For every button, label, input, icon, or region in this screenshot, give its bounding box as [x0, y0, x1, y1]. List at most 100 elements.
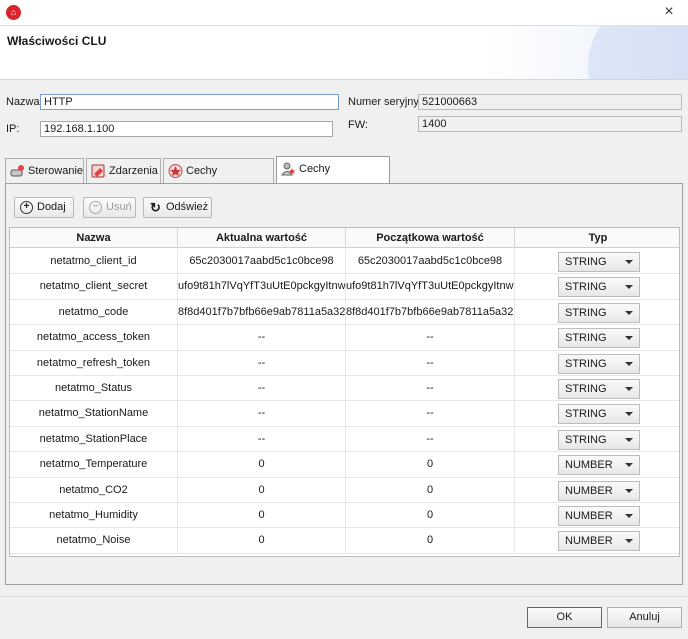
- type-dropdown[interactable]: STRING: [558, 252, 640, 272]
- type-value: NUMBER: [565, 459, 613, 472]
- ip-input[interactable]: 192.168.1.100: [40, 121, 333, 137]
- home-icon: ⌂: [6, 5, 21, 20]
- type-dropdown[interactable]: STRING: [558, 277, 640, 298]
- type-dropdown[interactable]: STRING: [558, 328, 640, 349]
- table-row[interactable]: netatmo_Humidity 0 0 NUMBER: [10, 503, 679, 529]
- type-value: STRING: [565, 408, 607, 421]
- remove-button-label: Usuń: [106, 201, 132, 213]
- tab-panel: + Dodaj − Usuń ↻ Odśwież Nazwa Aktualna …: [5, 183, 683, 585]
- type-dropdown[interactable]: STRING: [558, 353, 640, 374]
- properties-table: Nazwa Aktualna wartość Początkowa wartoś…: [9, 227, 680, 557]
- type-value: STRING: [565, 306, 607, 319]
- type-dropdown[interactable]: STRING: [558, 404, 640, 425]
- tab-label: Zdarzenia: [109, 165, 158, 177]
- table-row[interactable]: netatmo_Temperature 0 0 NUMBER: [10, 452, 679, 478]
- cell-name: netatmo_client_secret: [10, 274, 178, 300]
- header-decoration: [588, 26, 688, 79]
- type-dropdown[interactable]: NUMBER: [558, 480, 640, 501]
- name-label: Nazwa:: [6, 96, 43, 108]
- chevron-down-icon: [625, 437, 633, 442]
- ok-button[interactable]: OK: [527, 607, 602, 628]
- cell-initial: ufo9t81h7lVqYfT3uUtE0pckgyItnwo...: [346, 274, 515, 300]
- table-row[interactable]: netatmo_Noise 0 0 NUMBER: [10, 528, 679, 554]
- cell-initial: 65c2030017aabd5c1c0bce98: [346, 249, 515, 274]
- title-bar: ⌂ ×: [0, 0, 688, 26]
- cell-current: --: [178, 325, 346, 351]
- cell-current: 0: [178, 477, 346, 503]
- add-button-label: Dodaj: [37, 201, 66, 213]
- cell-current: 65c2030017aabd5c1c0bce98: [178, 249, 346, 274]
- table-row[interactable]: netatmo_access_token -- -- STRING: [10, 325, 679, 351]
- cell-initial: 0: [346, 452, 515, 478]
- type-value: STRING: [565, 332, 607, 345]
- chevron-down-icon: [625, 488, 633, 493]
- cell-initial: --: [346, 325, 515, 351]
- cell-initial: 0: [346, 477, 515, 503]
- cell-initial: --: [346, 426, 515, 452]
- chevron-down-icon: [625, 361, 633, 366]
- column-header-initial[interactable]: Początkowa wartość: [346, 228, 515, 248]
- type-dropdown[interactable]: NUMBER: [558, 531, 640, 552]
- table-row[interactable]: netatmo_Status -- -- STRING: [10, 376, 679, 402]
- cell-name: netatmo_Humidity: [10, 503, 178, 528]
- fw-label: FW:: [348, 119, 368, 131]
- cell-name: netatmo_client_id: [10, 249, 178, 274]
- type-value: STRING: [565, 357, 607, 370]
- type-value: NUMBER: [565, 484, 613, 497]
- type-dropdown[interactable]: STRING: [558, 302, 640, 323]
- cell-name: netatmo_Temperature: [10, 452, 178, 478]
- close-button[interactable]: ×: [660, 3, 678, 21]
- chevron-down-icon: [625, 387, 633, 391]
- table-row[interactable]: netatmo_CO2 0 0 NUMBER: [10, 477, 679, 503]
- serial-field: 521000663: [418, 94, 682, 110]
- table-row[interactable]: netatmo_refresh_token -- -- STRING: [10, 350, 679, 376]
- chevron-down-icon: [625, 336, 633, 341]
- refresh-button[interactable]: ↻ Odśwież: [143, 197, 212, 218]
- cell-current: --: [178, 426, 346, 452]
- type-dropdown[interactable]: STRING: [558, 379, 640, 399]
- cell-initial: 8f8d401f7b7bfb66e9ab7811a5a327...: [346, 299, 515, 325]
- cell-current: --: [178, 350, 346, 376]
- cell-initial: --: [346, 350, 515, 376]
- cancel-button[interactable]: Anuluj: [607, 607, 682, 628]
- table-row[interactable]: netatmo_code 8f8d401f7b7bfb66e9ab7811a5a3…: [10, 299, 679, 326]
- cell-current: --: [178, 401, 346, 427]
- tab-label: Sterowanie: [28, 165, 84, 177]
- type-dropdown[interactable]: NUMBER: [558, 455, 640, 476]
- column-header-current[interactable]: Aktualna wartość: [178, 228, 346, 248]
- column-header-name[interactable]: Nazwa: [10, 228, 178, 248]
- table-row[interactable]: netatmo_client_secret ufo9t81h7lVqYfT3uUt…: [10, 274, 679, 300]
- cell-initial: --: [346, 376, 515, 401]
- refresh-icon: ↻: [150, 200, 161, 215]
- tab-sterowanie[interactable]: Sterowanie: [5, 158, 84, 183]
- table-row[interactable]: netatmo_client_id 65c2030017aabd5c1c0bce9…: [10, 249, 679, 275]
- cell-current: ufo9t81h7lVqYfT3uUtE0pckgyItnwo...: [178, 274, 346, 300]
- table-row[interactable]: netatmo_StationPlace -- -- STRING: [10, 426, 679, 453]
- cell-initial: 0: [346, 528, 515, 554]
- type-value: STRING: [565, 383, 607, 395]
- remove-button[interactable]: − Usuń: [83, 197, 136, 218]
- cell-current: 8f8d401f7b7bfb66e9ab7811a5a327...: [178, 299, 346, 325]
- cell-initial: --: [346, 401, 515, 427]
- ip-label: IP:: [6, 123, 20, 135]
- cell-current: --: [178, 376, 346, 401]
- add-button[interactable]: + Dodaj: [14, 197, 74, 218]
- type-value: STRING: [565, 256, 607, 268]
- type-value: NUMBER: [565, 510, 613, 522]
- chevron-down-icon: [625, 260, 633, 264]
- type-dropdown[interactable]: STRING: [558, 429, 640, 450]
- type-value: NUMBER: [565, 535, 613, 548]
- cell-name: netatmo_StationPlace: [10, 426, 178, 452]
- table-row[interactable]: netatmo_StationName -- -- STRING: [10, 401, 679, 427]
- type-dropdown[interactable]: NUMBER: [558, 506, 640, 526]
- name-input[interactable]: HTTP: [40, 94, 339, 110]
- tab-cechy-wbudowane[interactable]: Cechy wbudowane: [163, 158, 274, 201]
- refresh-button-label: Odśwież: [166, 201, 209, 213]
- user-star-icon: [281, 162, 296, 176]
- column-header-type[interactable]: Typ: [515, 228, 679, 248]
- tab-zdarzenia[interactable]: Zdarzenia: [86, 158, 161, 183]
- chevron-down-icon: [625, 514, 633, 518]
- cell-current: 0: [178, 503, 346, 528]
- chevron-down-icon: [625, 539, 633, 544]
- tab-cechy-uzytkownika[interactable]: Cechy użytkownika: [276, 156, 390, 199]
